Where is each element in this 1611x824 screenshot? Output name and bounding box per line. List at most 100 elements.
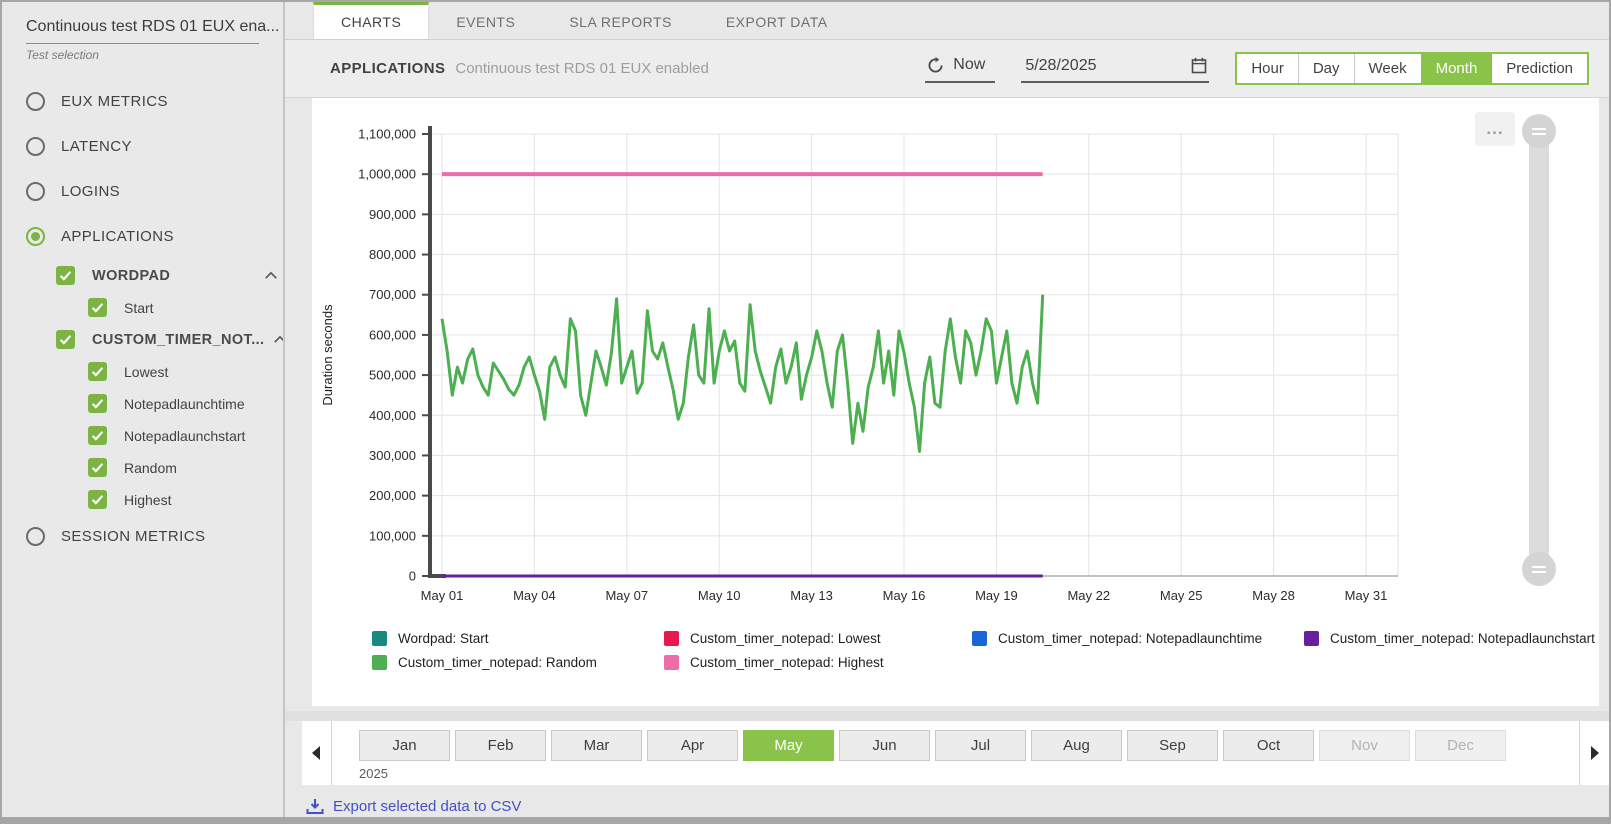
radio-unselected-icon (26, 137, 45, 156)
month-button-nov: Nov (1319, 730, 1410, 761)
applications-subtree: WORDPAD Start CUSTOM_TIMER_NOT... Lowest Not… (26, 266, 283, 509)
tab-events[interactable]: EVENTS (429, 2, 542, 39)
timer-checkbox-notepadlaunchtime[interactable]: Notepadlaunchtime (88, 394, 283, 413)
chart-menu-button[interactable]: ... (1475, 112, 1515, 146)
y-tick-label: 900,000 (369, 207, 416, 222)
page-title: APPLICATIONS (330, 60, 445, 77)
sidebar-group-applications[interactable]: APPLICATIONS (26, 227, 283, 246)
y-tick-label: 500,000 (369, 368, 416, 383)
next-year-button[interactable] (1579, 721, 1609, 785)
month-button-jul[interactable]: Jul (935, 730, 1026, 761)
range-button-prediction[interactable]: Prediction (1491, 54, 1587, 83)
legend-label: Wordpad: Start (398, 631, 489, 646)
export-csv-link[interactable]: Export selected data to CSV (306, 798, 521, 815)
legend-swatch (1304, 631, 1319, 646)
timer-checkbox-random[interactable]: Random (88, 458, 283, 477)
month-button-feb[interactable]: Feb (455, 730, 546, 761)
tab-sla-reports[interactable]: SLA REPORTS (542, 2, 699, 39)
checkbox-checked-icon (88, 490, 107, 509)
timer-label: Start (124, 300, 154, 316)
legend-item-custom-timer-notepad-random[interactable]: Custom_timer_notepad: Random (372, 655, 664, 670)
calendar-icon (1191, 57, 1207, 74)
now-label: Now (953, 56, 985, 74)
radio-unselected-icon (26, 182, 45, 201)
sidebar-group-label: SESSION METRICS (61, 528, 205, 545)
year-label: 2025 (359, 766, 1506, 781)
timer-checkbox-start[interactable]: Start (88, 298, 283, 317)
y-tick-label: 0 (409, 569, 416, 584)
legend-swatch (664, 631, 679, 646)
tab-bar: CHARTSEVENTSSLA REPORTSEXPORT DATA (285, 2, 1609, 40)
timer-checkbox-notepadlaunchstart[interactable]: Notepadlaunchstart (88, 426, 283, 445)
timer-label: Highest (124, 492, 171, 508)
test-selection-dropdown[interactable]: Continuous test RDS 01 EUX ena... Test s… (26, 18, 259, 62)
month-button-mar[interactable]: Mar (551, 730, 642, 761)
month-button-oct[interactable]: Oct (1223, 730, 1314, 761)
month-button-aug[interactable]: Aug (1031, 730, 1122, 761)
month-button-apr[interactable]: Apr (647, 730, 738, 761)
sidebar-group-latency[interactable]: LATENCY (26, 137, 283, 156)
timer-checkbox-lowest[interactable]: Lowest (88, 362, 283, 381)
refresh-now-button[interactable]: Now (925, 54, 995, 83)
legend-item-wordpad-start[interactable]: Wordpad: Start (372, 631, 664, 646)
sidebar-group-session-metrics[interactable]: SESSION METRICS (26, 527, 283, 546)
tab-export-data[interactable]: EXPORT DATA (699, 2, 855, 39)
sidebar-group-logins[interactable]: LOGINS (26, 182, 283, 201)
chart-header: APPLICATIONS Continuous test RDS 01 EUX … (285, 40, 1609, 98)
y-tick-label: 400,000 (369, 408, 416, 423)
y-tick-label: 200,000 (369, 488, 416, 503)
checkbox-checked-icon (88, 298, 107, 317)
legend-item-custom-timer-notepad-notepadlaunchstart[interactable]: Custom_timer_notepad: Notepadlaunchstart (1304, 631, 1599, 646)
range-button-hour[interactable]: Hour (1237, 54, 1298, 83)
export-csv-label: Export selected data to CSV (333, 798, 521, 815)
month-button-sep[interactable]: Sep (1127, 730, 1218, 761)
y-tick-label: 300,000 (369, 448, 416, 463)
month-button-may[interactable]: May (743, 730, 834, 761)
sidebar-group-label: LATENCY (61, 138, 132, 155)
x-tick-label: May 25 (1160, 588, 1203, 603)
radio-unselected-icon (26, 92, 45, 111)
tab-charts[interactable]: CHARTS (313, 2, 429, 39)
metric-groups: EUX METRICS LATENCY LOGINS APPLICATIONS WORD… (26, 92, 283, 546)
slider-bottom-handle[interactable] (1522, 552, 1556, 586)
radio-unselected-icon (26, 527, 45, 546)
y-tick-label: 100,000 (369, 528, 416, 543)
slider-top-handle[interactable] (1522, 114, 1556, 148)
arrow-left-icon (312, 746, 321, 760)
timer-checkbox-highest[interactable]: Highest (88, 490, 283, 509)
range-button-month[interactable]: Month (1421, 54, 1492, 83)
y-tick-label: 700,000 (369, 287, 416, 302)
chevron-up-icon (273, 331, 286, 349)
month-button-jun[interactable]: Jun (839, 730, 930, 761)
horizontal-scroll-strip[interactable] (285, 711, 1609, 721)
app-checkbox-wordpad[interactable]: WORDPAD (56, 266, 278, 285)
previous-year-button[interactable] (302, 721, 332, 785)
legend-item-custom-timer-notepad-lowest[interactable]: Custom_timer_notepad: Lowest (664, 631, 972, 646)
y-tick-label: 1,000,000 (358, 167, 416, 182)
main-panel: CHARTSEVENTSSLA REPORTSEXPORT DATA APPLI… (285, 2, 1609, 817)
applications-chart[interactable]: 0 100,000 200,000 300,000 400,000 500,000 600,… (318, 108, 1523, 618)
app-checkbox-custom-timer-not-[interactable]: CUSTOM_TIMER_NOT... (56, 330, 278, 349)
x-tick-label: May 10 (698, 588, 741, 603)
chart-card: 0 100,000 200,000 300,000 400,000 500,000 600,… (312, 98, 1599, 706)
legend-item-custom-timer-notepad-notepadlaunchtime[interactable]: Custom_timer_notepad: Notepadlaunchtime (972, 631, 1304, 646)
legend-item-custom-timer-notepad-highest[interactable]: Custom_timer_notepad: Highest (664, 655, 972, 670)
checkbox-checked-icon (88, 394, 107, 413)
legend-swatch (372, 655, 387, 670)
x-tick-label: May 04 (513, 588, 556, 603)
timer-label: Notepadlaunchtime (124, 396, 245, 412)
range-button-day[interactable]: Day (1298, 54, 1354, 83)
month-selector-band: JanFebMarAprMayJunJulAugSepOctNovDec 202… (302, 721, 1609, 785)
y-tick-label: 800,000 (369, 247, 416, 262)
month-button-jan[interactable]: Jan (359, 730, 450, 761)
range-button-week[interactable]: Week (1354, 54, 1421, 83)
download-icon (306, 798, 324, 815)
value-axis-zoom-slider[interactable] (1529, 124, 1549, 576)
sidebar-group-eux-metrics[interactable]: EUX METRICS (26, 92, 283, 111)
x-tick-label: May 28 (1252, 588, 1295, 603)
refresh-icon (927, 57, 944, 74)
date-input[interactable]: 5/28/2025 (1021, 55, 1209, 83)
y-axis-title: Duration seconds (320, 304, 335, 406)
x-tick-label: May 07 (605, 588, 648, 603)
y-tick-label: 600,000 (369, 327, 416, 342)
